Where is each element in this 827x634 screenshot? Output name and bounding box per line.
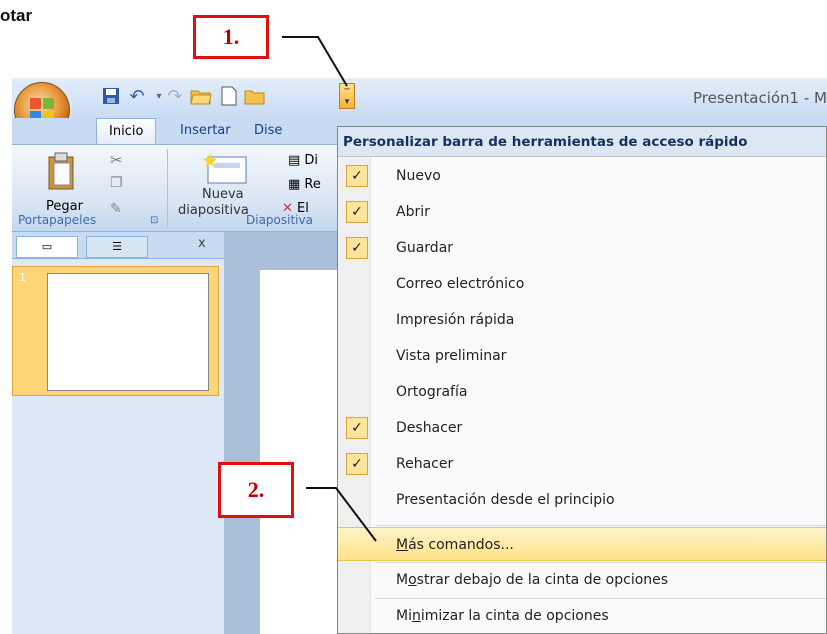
annotation-arrows: [282, 36, 377, 542]
callout-step-1: 1.: [193, 15, 269, 59]
callout-step-2: 2.: [218, 462, 294, 518]
